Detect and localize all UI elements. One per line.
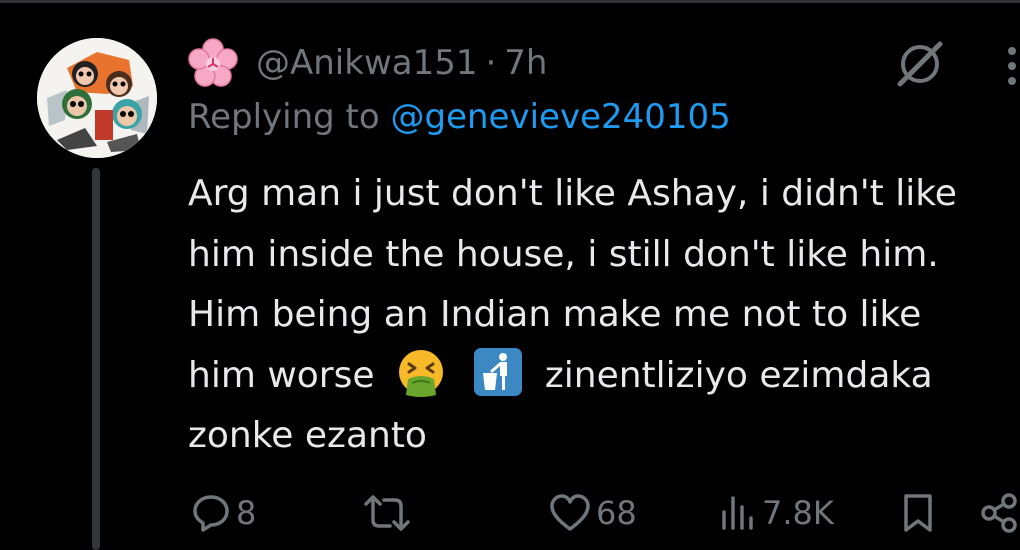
heart-icon (550, 494, 590, 531)
like-count: 68 (596, 494, 637, 532)
post-text-line: zonke ezanto (188, 415, 427, 456)
top-divider (0, 0, 1020, 3)
like-button[interactable]: 68 (548, 492, 637, 534)
reply-icon (193, 495, 229, 532)
views-button[interactable]: 7.8K (716, 492, 834, 534)
replying-to: Replying to @genevieve240105 (188, 97, 731, 137)
post-header: @Anikwa151 · 7h (188, 38, 547, 88)
share-icon (981, 493, 1017, 533)
bookmark-button[interactable] (898, 492, 938, 534)
post-text-segment: him worse (188, 354, 375, 396)
replying-prefix: Replying to (188, 97, 380, 137)
post-text-line-with-emojis: him worse zinentliziyo ezimdaka (188, 346, 1020, 407)
litter-in-bin-icon (473, 347, 523, 397)
reply-count: 8 (236, 494, 257, 532)
action-bar: 8 68 7.8K (0, 484, 1020, 544)
reply-button[interactable]: 8 (190, 492, 256, 534)
share-button[interactable] (978, 492, 1020, 534)
bookmark-icon (904, 494, 932, 532)
grok-icon[interactable] (892, 36, 948, 92)
cherry-blossom-icon (188, 38, 238, 88)
post-text-line: him inside the house, i still don't like… (188, 233, 939, 275)
repost-button[interactable] (362, 492, 412, 534)
post-text-line: Arg man i just don't like Ashay, i didn'… (188, 173, 957, 214)
repost-icon (364, 495, 410, 531)
header-separator: · (485, 43, 497, 83)
more-options-icon[interactable] (1004, 42, 1020, 92)
avatar-illustration (37, 38, 157, 158)
user-handle[interactable]: @Anikwa151 (256, 43, 477, 83)
post-text-line: Him being an Indian make me not to like (188, 294, 922, 335)
post-time[interactable]: 7h (504, 43, 547, 83)
analytics-icon (722, 496, 753, 530)
vomiting-face-icon (396, 347, 446, 397)
post-text-segment: zinentliziyo ezimdaka (544, 354, 933, 396)
replying-handle-link[interactable]: @genevieve240105 (391, 97, 731, 137)
post-text: Arg man i just don't like Ashay, i didn'… (188, 164, 1020, 467)
view-count: 7.8K (762, 494, 834, 532)
avatar[interactable] (37, 38, 157, 158)
